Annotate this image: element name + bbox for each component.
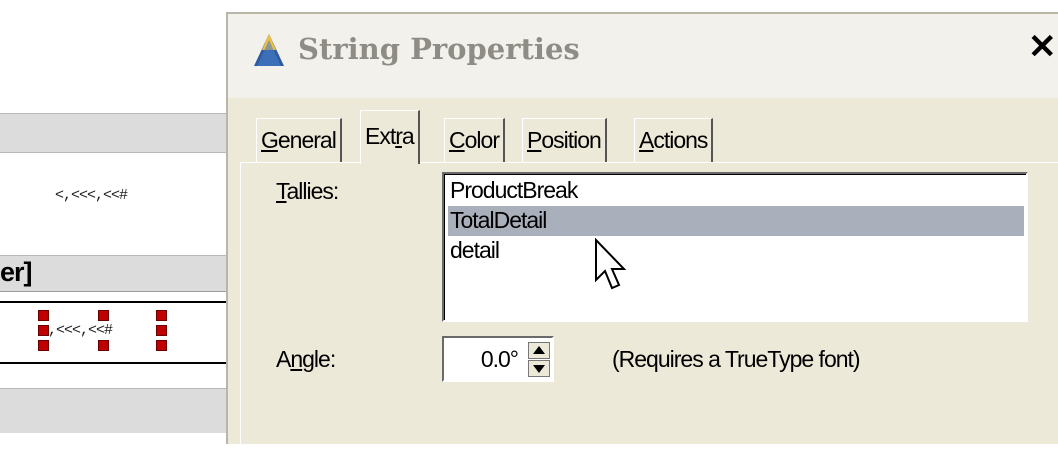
tab-extra[interactable]: Extra — [360, 110, 420, 164]
dialog-titlebar[interactable]: String Properties ✕ — [228, 14, 1058, 98]
tab-mnemonic: G — [261, 127, 279, 153]
report-divider — [0, 362, 232, 364]
close-icon: ✕ — [1028, 28, 1057, 66]
tab-actions[interactable]: Actions — [634, 118, 714, 162]
resize-handle[interactable] — [156, 310, 167, 321]
tab-mnemonic: C — [449, 127, 466, 153]
dialog-title: String Properties — [298, 32, 580, 66]
report-band-label: er] — [0, 257, 33, 287]
tab-label: a — [401, 123, 415, 149]
tab-label: Ext — [365, 123, 396, 149]
mouse-cursor-icon — [595, 238, 627, 290]
list-item-selected[interactable]: TotalDetail — [448, 206, 1024, 236]
tab-general[interactable]: General — [256, 118, 342, 162]
tab-label: osition — [541, 127, 601, 153]
spin-up-icon — [533, 346, 545, 354]
tab-mnemonic: P — [527, 127, 542, 153]
angle-label: Angle: — [276, 346, 336, 373]
truetype-note: (Requires a TrueType font) — [612, 346, 861, 372]
angle-stepper[interactable] — [528, 342, 550, 378]
close-button[interactable]: ✕ — [1028, 30, 1057, 64]
tab-label: olor — [464, 127, 500, 153]
string-properties-dialog: String Properties ✕ General Extra Color … — [226, 12, 1058, 453]
resize-handle[interactable] — [156, 325, 167, 336]
list-item[interactable]: detail — [448, 236, 1024, 266]
label-text: A — [276, 346, 291, 372]
report-divider — [0, 301, 232, 303]
resize-handle[interactable] — [38, 310, 49, 321]
report-band-2 — [0, 255, 232, 292]
tab-color[interactable]: Color — [444, 118, 505, 162]
tab-position[interactable]: Position — [522, 118, 607, 162]
label-mnemonic: T — [276, 178, 287, 204]
tab-label: eneral — [277, 127, 337, 153]
tab-mnemonic: r — [395, 123, 403, 149]
label-text: allies: — [286, 178, 340, 204]
spin-up-button[interactable] — [528, 342, 550, 359]
tab-label: ctions — [653, 127, 708, 153]
resize-handle[interactable] — [38, 340, 49, 351]
resize-handle[interactable] — [98, 310, 109, 321]
tallies-listbox[interactable]: ProductBreak TotalDetail detail — [442, 172, 1028, 322]
list-item[interactable]: ProductBreak — [448, 176, 1024, 206]
resize-handle[interactable] — [38, 325, 49, 336]
resize-handle[interactable] — [98, 340, 109, 351]
resize-handle[interactable] — [156, 340, 167, 351]
spin-down-icon — [533, 365, 545, 373]
report-field-bottom-text: <,<<<,<<# — [40, 322, 113, 339]
label-mnemonic: n — [290, 346, 303, 372]
spin-down-button[interactable] — [528, 360, 550, 377]
report-band-1 — [0, 113, 232, 153]
tallies-label: Tallies: — [276, 178, 340, 205]
report-band-3 — [0, 388, 232, 433]
triangle-app-icon — [254, 34, 284, 66]
tab-mnemonic: A — [639, 127, 654, 153]
label-text: gle: — [302, 346, 336, 372]
report-field-top[interactable]: <,<<<,<<# — [55, 187, 128, 204]
report-field-selected[interactable]: <,<<<,<<# — [38, 310, 168, 354]
